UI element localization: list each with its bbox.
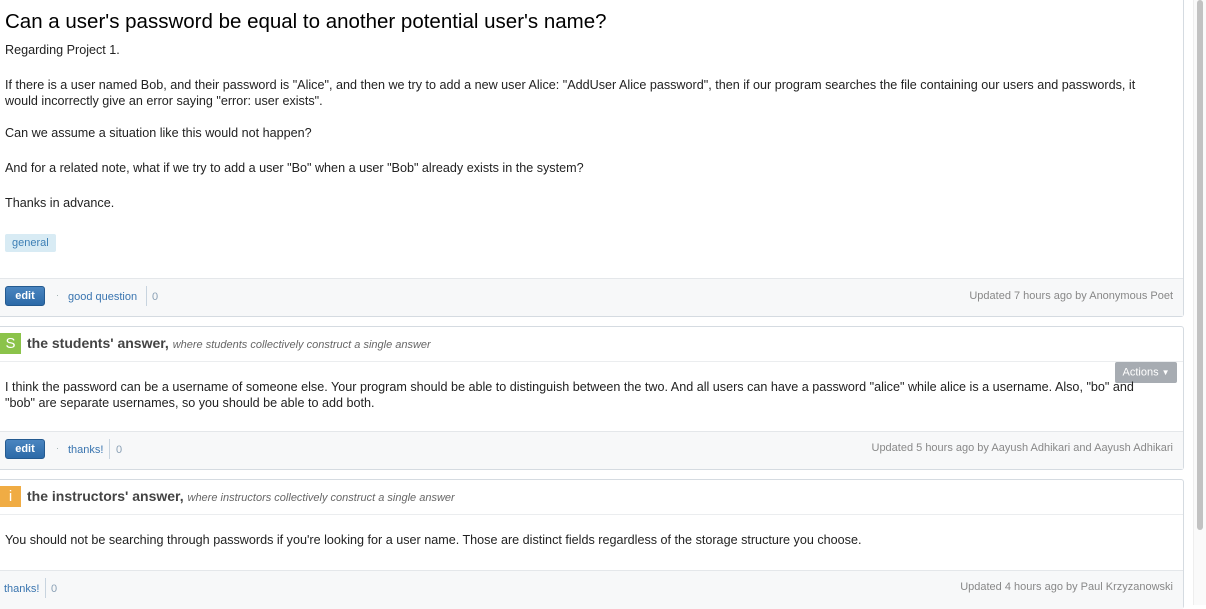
students-answer-footer: edit · thanks! 0 Updated 5 hours ago by … [0,431,1183,469]
instructors-answer-body: You should not be searching through pass… [5,533,862,547]
edit-button[interactable]: edit [5,286,45,306]
good-question-link[interactable]: good question [68,291,137,303]
instructors-answer-card: i the instructors' answer, where instruc… [0,479,1184,609]
actions-label: Actions [1122,366,1159,379]
instructors-answer-title-text: the instructors' answer, [27,488,184,504]
thanks-count: 0 [116,444,123,456]
students-answer-body: I think the password can be a username o… [5,380,1134,410]
question-title: Can a user's password be equal to anothe… [5,10,607,33]
question-paragraph: And for a related note, what if we try t… [5,161,584,175]
vertical-scrollbar[interactable] [1193,0,1206,605]
good-question-count: 0 [152,291,159,303]
instructors-badge-icon: i [0,486,21,507]
question-paragraph: If there is a user named Bob, and their … [5,78,1136,108]
divider [146,286,147,306]
students-answer-title: the students' answer, where students col… [27,335,431,351]
caret-down-icon: ▼ [1161,368,1170,377]
separator-dot: · [56,290,59,300]
separator-dot: · [56,443,59,453]
question-paragraph: Regarding Project 1. [5,43,120,57]
updated-info: Updated 7 hours ago by Anonymous Poet [969,290,1173,302]
thanks-link[interactable]: thanks! [68,444,103,456]
students-badge-icon: S [0,333,21,354]
scrollbar-thumb[interactable] [1197,0,1203,530]
instructors-answer-subtitle: where instructors collectively construct… [187,492,455,504]
edit-button[interactable]: edit [5,439,45,459]
updated-info: Updated 4 hours ago by Paul Krzyzanowski [960,581,1173,593]
updated-info: Updated 5 hours ago by Aayush Adhikari a… [871,442,1174,454]
thanks-count: 0 [51,583,58,595]
question-paragraph: Can we assume a situation like this woul… [5,126,312,140]
folder-tag-general[interactable]: general [5,234,56,252]
divider [109,439,110,459]
instructors-answer-title: the instructors' answer, where instructo… [27,488,455,504]
instructors-answer-header: i the instructors' answer, where instruc… [0,480,1183,515]
students-answer-subtitle: where students collectively construct a … [172,339,431,351]
question-footer: edit · good question 0 Updated 7 hours a… [0,278,1183,316]
students-answer-header: S the students' answer, where students c… [0,327,1183,362]
divider [45,578,46,598]
question-card: Can a user's password be equal to anothe… [0,0,1184,317]
students-answer-card: S the students' answer, where students c… [0,326,1184,470]
students-answer-title-text: the students' answer, [27,335,169,351]
instructors-answer-footer: thanks! 0 Updated 4 hours ago by Paul Kr… [0,570,1183,609]
question-paragraph: Thanks in advance. [5,196,115,210]
thanks-link[interactable]: thanks! [4,583,39,595]
